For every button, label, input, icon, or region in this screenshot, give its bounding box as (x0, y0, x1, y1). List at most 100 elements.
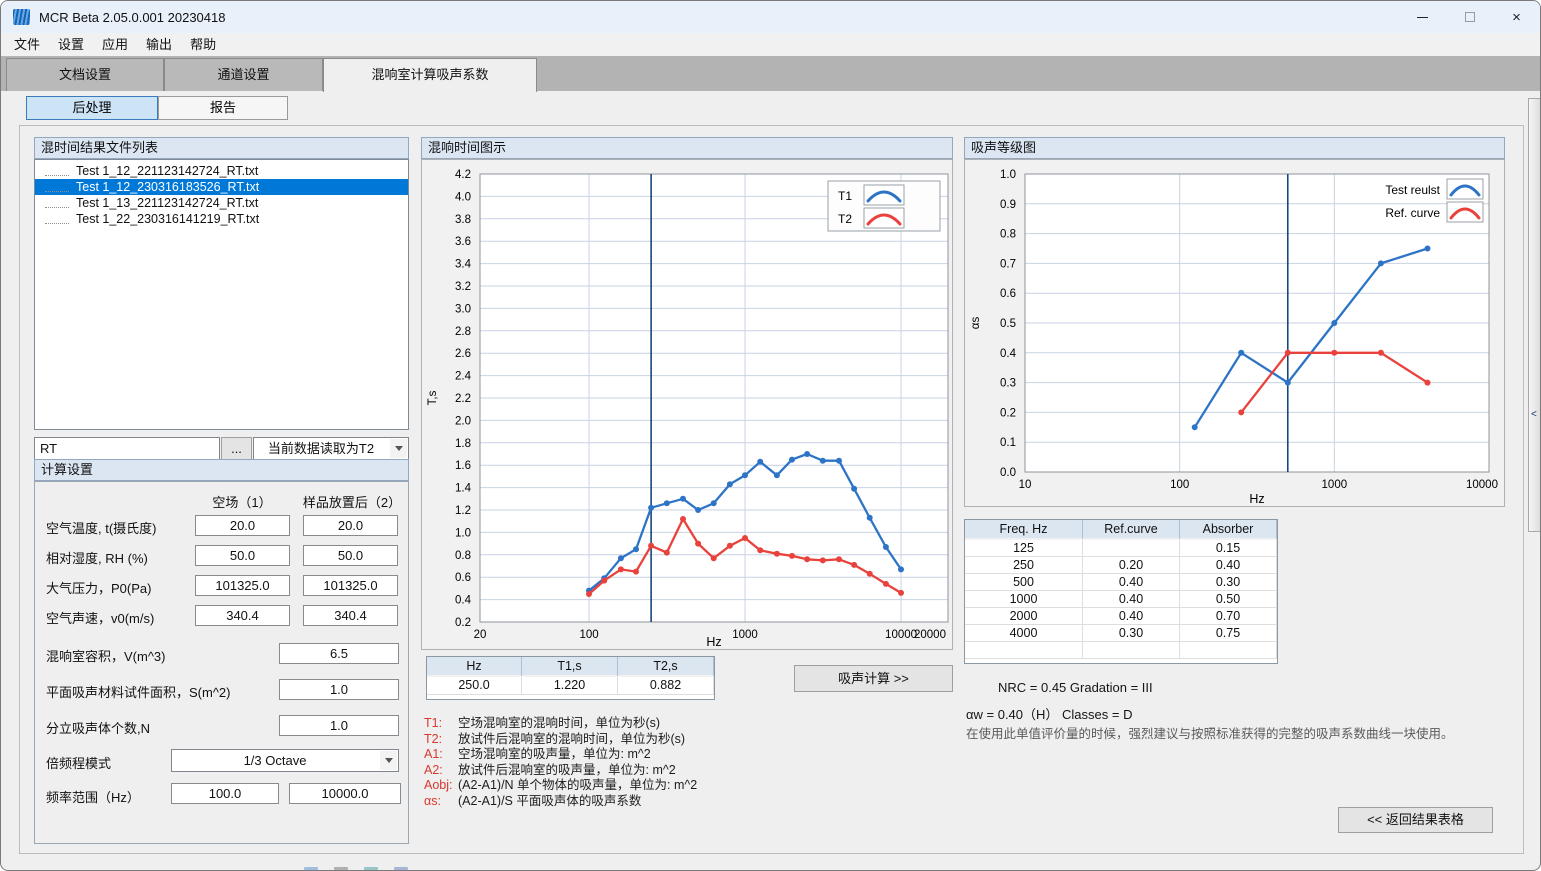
table-row: 40000.300.75 (965, 625, 1277, 642)
freq-max-input[interactable] (289, 783, 401, 804)
note-line: Aobj:(A2-A1)/N 单个物体的吸声量，单位为: m^2 (424, 774, 697, 790)
calc-input-with-sample[interactable] (303, 605, 398, 626)
calc-input-field[interactable] (279, 643, 399, 664)
subtab-report[interactable]: 报告 (158, 96, 288, 120)
maximize-button[interactable] (1446, 1, 1493, 33)
table-cell: 0.30 (1180, 574, 1277, 590)
calc-input-empty-room[interactable] (195, 515, 290, 536)
table-cell: 250.0 (427, 677, 522, 694)
chevron-down-icon[interactable] (390, 439, 407, 458)
grade-chart-svg: 0.00.10.20.30.40.50.60.70.80.91.01010010… (965, 160, 1506, 508)
file-name: Test 1_12_230316183526_RT.txt (76, 180, 259, 194)
svg-text:0.9: 0.9 (1000, 199, 1016, 211)
menu-item-file[interactable]: 文件 (5, 33, 49, 56)
calc-row-label: 相对湿度, RH (%) (46, 548, 148, 567)
calc-input-field[interactable] (279, 715, 399, 736)
svg-text:T,s: T,s (427, 390, 439, 405)
note-key: αs: (424, 794, 458, 808)
table-cell: 2000 (965, 608, 1083, 624)
menu-item-output[interactable]: 输出 (137, 33, 181, 56)
data-read-select[interactable]: 当前数据读取为T2 (253, 437, 409, 460)
rt-file-list[interactable]: Test 1_12_221123142724_RT.txt Test 1_12_2… (34, 159, 409, 430)
svg-text:4.2: 4.2 (455, 169, 471, 181)
absorption-calc-button[interactable]: 吸声计算 >> (794, 665, 953, 692)
col-header-with-sample: 样品放置后（2） (294, 492, 410, 511)
menu-item-apply[interactable]: 应用 (93, 33, 137, 56)
file-name: Test 1_22_230316141219_RT.txt (76, 212, 259, 226)
table-cell: 0.70 (1180, 608, 1277, 624)
calc-row-label: 分立吸声体个数,N (46, 718, 150, 737)
calc-input-field[interactable] (279, 679, 399, 700)
table-cell: 4000 (965, 625, 1083, 641)
svg-text:2.4: 2.4 (455, 371, 472, 383)
browse-button[interactable]: ... (221, 437, 252, 460)
table-row: 10000.400.50 (965, 591, 1277, 608)
svg-text:100: 100 (1170, 479, 1189, 491)
rt-chart-header: 混响时间图示 (421, 137, 953, 159)
notes-list: T1:空场混响室的混响时间，单位为秒(s)T2:放试件后混响室的混响时间，单位为… (424, 712, 697, 806)
close-icon: × (1512, 9, 1521, 26)
file-item[interactable]: Test 1_13_221123142724_RT.txt (35, 195, 408, 211)
tab-channel-settings[interactable]: 通道设置 (164, 58, 323, 91)
panel-splitter[interactable]: < (1528, 98, 1541, 532)
svg-text:2.2: 2.2 (455, 393, 471, 405)
table-row: 250.0 1.220 0.882 (427, 677, 714, 695)
grade-chart[interactable]: 0.00.10.20.30.40.50.60.70.80.91.01010010… (964, 159, 1505, 507)
calc-input-with-sample[interactable] (303, 515, 398, 536)
calc-input-empty-room[interactable] (195, 545, 290, 566)
file-item[interactable]: Test 1_12_230316183526_RT.txt (35, 179, 408, 195)
close-button[interactable]: × (1493, 1, 1540, 33)
col-header-empty-room: 空场（1） (188, 492, 296, 511)
calc-row-label: 大气压力，P0(Pa) (46, 578, 151, 597)
tab-reverb-absorption[interactable]: 混响室计算吸声系数 (323, 58, 537, 92)
note-text: (A2-A1)/S 平面吸声体的吸声系数 (458, 794, 641, 808)
tree-branch-icon (45, 183, 69, 192)
file-item[interactable]: Test 1_22_230316141219_RT.txt (35, 211, 408, 227)
return-results-button[interactable]: << 返回结果表格 (1338, 807, 1493, 833)
table-cell: 125 (965, 540, 1083, 556)
svg-text:0.1: 0.1 (1000, 437, 1016, 449)
table-row (965, 642, 1277, 659)
svg-text:αs: αs (970, 317, 982, 330)
title-bar: MCR Beta 2.05.0.001 20230418 × (1, 1, 1540, 33)
file-name: Test 1_12_221123142724_RT.txt (76, 164, 258, 178)
calc-input-empty-room[interactable] (195, 605, 290, 626)
taskbar-peek (304, 867, 318, 870)
data-read-value: 当前数据读取为T2 (268, 441, 374, 456)
svg-text:0.4: 0.4 (455, 595, 472, 607)
tree-branch-icon (45, 199, 69, 208)
table-cell: 0.40 (1083, 608, 1180, 624)
svg-text:0.0: 0.0 (1000, 467, 1016, 479)
grade-chart-header: 吸声等级图 (964, 137, 1505, 159)
svg-text:1.0: 1.0 (455, 527, 471, 539)
svg-text:1000: 1000 (1322, 479, 1348, 491)
minimize-button[interactable] (1399, 1, 1446, 33)
menu-item-settings[interactable]: 设置 (49, 33, 93, 56)
freq-min-input[interactable] (171, 783, 279, 804)
file-item[interactable]: Test 1_12_221123142724_RT.txt (35, 163, 408, 179)
svg-text:0.6: 0.6 (1000, 288, 1016, 300)
menu-item-help[interactable]: 帮助 (181, 33, 225, 56)
svg-text:Test reulst: Test reulst (1385, 183, 1440, 197)
octave-mode-select[interactable]: 1/3 Octave (171, 749, 399, 772)
rt-name-input[interactable] (34, 437, 220, 460)
tab-document-settings[interactable]: 文档设置 (6, 58, 164, 91)
taskbar-peek (364, 867, 378, 870)
calc-input-with-sample[interactable] (303, 575, 398, 596)
table-cell: 250 (965, 557, 1083, 573)
table-cell: 1000 (965, 591, 1083, 607)
calc-input-empty-room[interactable] (195, 575, 290, 596)
chevron-down-icon[interactable] (380, 751, 397, 770)
rt-chart[interactable]: 0.20.40.60.81.01.21.41.61.82.02.22.42.62… (421, 159, 953, 650)
taskbar-peek (394, 867, 408, 870)
subtab-postprocess[interactable]: 后处理 (26, 96, 158, 120)
calc-input-with-sample[interactable] (303, 545, 398, 566)
aw-result-text: αw = 0.40（H） Classes = D (966, 704, 1132, 723)
collapse-left-icon: < (1531, 409, 1537, 420)
app-window: MCR Beta 2.05.0.001 20230418 × 文件 设置 应用 … (0, 0, 1541, 871)
file-name: Test 1_13_221123142724_RT.txt (76, 196, 258, 210)
column-header: Ref.curve (1083, 520, 1180, 539)
svg-text:100: 100 (579, 629, 598, 641)
nrc-result-text: NRC = 0.45 Gradation = III (998, 680, 1153, 695)
svg-text:3.2: 3.2 (455, 281, 471, 293)
